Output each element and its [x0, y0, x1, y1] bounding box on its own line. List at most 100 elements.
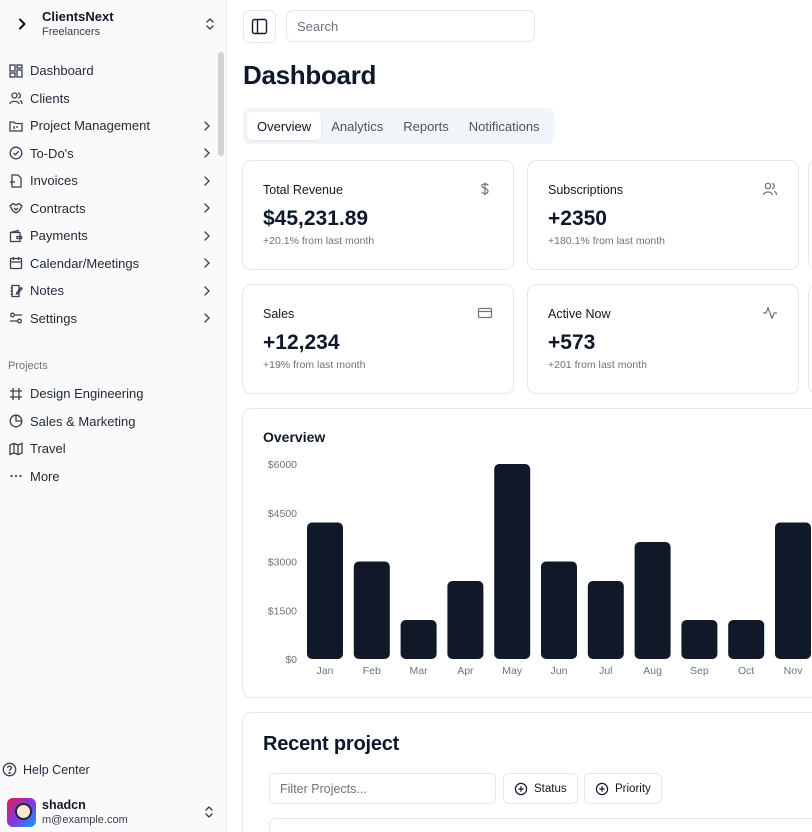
- status-filter-button[interactable]: Status: [503, 773, 578, 804]
- stat-value: +573: [548, 331, 596, 354]
- sidebar-item-payments[interactable]: Payments: [4, 222, 218, 250]
- sidebar-item-label: Notes: [30, 283, 64, 299]
- sidebar-item-label: To-Do's: [30, 145, 74, 161]
- user-email: m@example.com: [42, 813, 128, 826]
- sidebar-scrollbar[interactable]: [218, 52, 224, 156]
- file-invoice-icon: [8, 173, 23, 188]
- sidebar-item-settings[interactable]: Settings: [4, 305, 218, 333]
- sidebar-item-label: Payments: [30, 228, 88, 244]
- project-item-label: More: [30, 468, 60, 484]
- sidebar-item-project-management[interactable]: Project Management: [4, 112, 218, 140]
- chevron-right-icon: [204, 258, 210, 268]
- bar-may[interactable]: [494, 464, 531, 659]
- y-tick-label: $6000: [268, 459, 297, 471]
- sidebar-toggle-button[interactable]: [243, 10, 276, 43]
- stat-subtext: +19% from last month: [263, 359, 366, 371]
- layout-dashboard-icon: [8, 63, 23, 78]
- avatar: [7, 797, 36, 827]
- sidebar-item-contracts[interactable]: Contracts: [4, 195, 218, 223]
- bar-jun[interactable]: [541, 561, 577, 660]
- chevron-right-icon: [204, 203, 210, 213]
- users-icon: [762, 182, 778, 196]
- team-name: ClientsNext: [42, 9, 114, 24]
- sidebar-item-label: Dashboard: [30, 63, 94, 79]
- x-tick-label: Feb: [363, 665, 381, 677]
- sidebar-item-notes[interactable]: Notes: [4, 277, 218, 305]
- x-tick-label: May: [502, 665, 523, 677]
- x-tick-label: Jul: [599, 665, 612, 677]
- sliders-icon: [8, 311, 23, 326]
- tab-overview[interactable]: Overview: [247, 112, 322, 140]
- users-icon: [8, 91, 23, 106]
- sidebar-item-dashboard[interactable]: Dashboard: [4, 57, 218, 85]
- stat-card-subscriptions: Subscriptions +2350 +180.1% from last mo…: [527, 160, 799, 270]
- projects-table: [269, 818, 812, 832]
- stat-title: Sales: [263, 307, 295, 321]
- sidebar-item-todos[interactable]: To-Do's: [4, 140, 218, 168]
- sidebar-item-label: Contracts: [30, 200, 86, 216]
- x-tick-label: Oct: [738, 665, 754, 677]
- filter-projects-input[interactable]: [269, 773, 496, 804]
- stat-title: Total Revenue: [263, 183, 343, 197]
- main-content: Dashboard Overview Analytics Reports Not…: [228, 0, 812, 832]
- bar-mar[interactable]: [400, 620, 437, 659]
- bar-nov[interactable]: [775, 522, 811, 660]
- wallet-icon: [8, 228, 23, 243]
- user-menu[interactable]: shadcn m@example.com: [7, 796, 217, 828]
- chevron-right-icon: [204, 286, 210, 296]
- sidebar-item-label: Invoices: [30, 173, 78, 189]
- project-item-more[interactable]: More: [4, 463, 218, 491]
- y-tick-label: $3000: [268, 557, 297, 569]
- notebook-pen-icon: [8, 283, 23, 298]
- credit-card-icon: [477, 307, 493, 319]
- user-name: shadcn: [42, 797, 86, 812]
- x-tick-label: Sep: [690, 665, 709, 677]
- chevrons-up-down-icon: [205, 806, 213, 818]
- bar-oct[interactable]: [728, 620, 765, 659]
- page-title: Dashboard: [243, 60, 377, 90]
- bar-sep[interactable]: [681, 620, 718, 659]
- project-item-sales-marketing[interactable]: Sales & Marketing: [4, 408, 218, 436]
- bar-jul[interactable]: [587, 581, 624, 659]
- bar-feb[interactable]: [353, 561, 390, 660]
- bar-aug[interactable]: [634, 542, 671, 659]
- tab-reports[interactable]: Reports: [393, 112, 459, 140]
- tab-analytics[interactable]: Analytics: [321, 112, 393, 140]
- sidebar-item-invoices[interactable]: Invoices: [4, 167, 218, 195]
- project-item-label: Design Engineering: [30, 386, 144, 402]
- project-item-design-engineering[interactable]: Design Engineering: [4, 380, 218, 408]
- sidebar-item-clients[interactable]: Clients: [4, 85, 218, 113]
- calendar-icon: [8, 256, 23, 271]
- bar-jan[interactable]: [307, 522, 343, 660]
- team-plan: Freelancers: [42, 26, 101, 38]
- y-tick-label: $1500: [268, 605, 297, 617]
- sidebar-item-label: Calendar/Meetings: [30, 255, 140, 271]
- plus-circle-icon: [595, 782, 609, 795]
- x-tick-label: Mar: [410, 665, 429, 677]
- tab-notifications[interactable]: Notifications: [459, 112, 550, 140]
- stat-title: Active Now: [548, 307, 611, 321]
- priority-filter-button[interactable]: Priority: [584, 773, 662, 804]
- overview-bar-chart: $0 $1500 $3000 $4500 $6000 Jan Feb Mar Apr May Jun…: [268, 459, 811, 677]
- panel-left-icon: [251, 18, 268, 35]
- stat-title: Subscriptions: [548, 183, 624, 197]
- chevron-right-icon: [204, 121, 210, 131]
- project-item-label: Sales & Marketing: [30, 413, 136, 429]
- stat-value: +12,234: [263, 331, 340, 354]
- projects-nav: Design Engineering Sales & Marketing Tra…: [4, 380, 218, 490]
- help-center-link[interactable]: Help Center: [2, 762, 90, 777]
- chevron-right-icon: [204, 148, 210, 158]
- chevron-right-icon: [204, 231, 210, 241]
- project-item-travel[interactable]: Travel: [4, 435, 218, 463]
- stat-card-active-now: Active Now +573 +201 from last month: [527, 284, 799, 394]
- team-switcher[interactable]: ClientsNext Freelancers: [8, 4, 218, 44]
- stat-value: $45,231.89: [263, 207, 369, 230]
- stat-subtext: +180.1% from last month: [548, 235, 666, 247]
- x-tick-label: Jan: [317, 665, 334, 677]
- chevron-right-icon: [8, 10, 36, 38]
- bar-apr[interactable]: [447, 581, 484, 659]
- x-tick-label: Aug: [643, 665, 662, 677]
- search-input[interactable]: [286, 10, 535, 42]
- x-tick-label: Nov: [784, 665, 803, 677]
- sidebar-item-calendar-meetings[interactable]: Calendar/Meetings: [4, 250, 218, 278]
